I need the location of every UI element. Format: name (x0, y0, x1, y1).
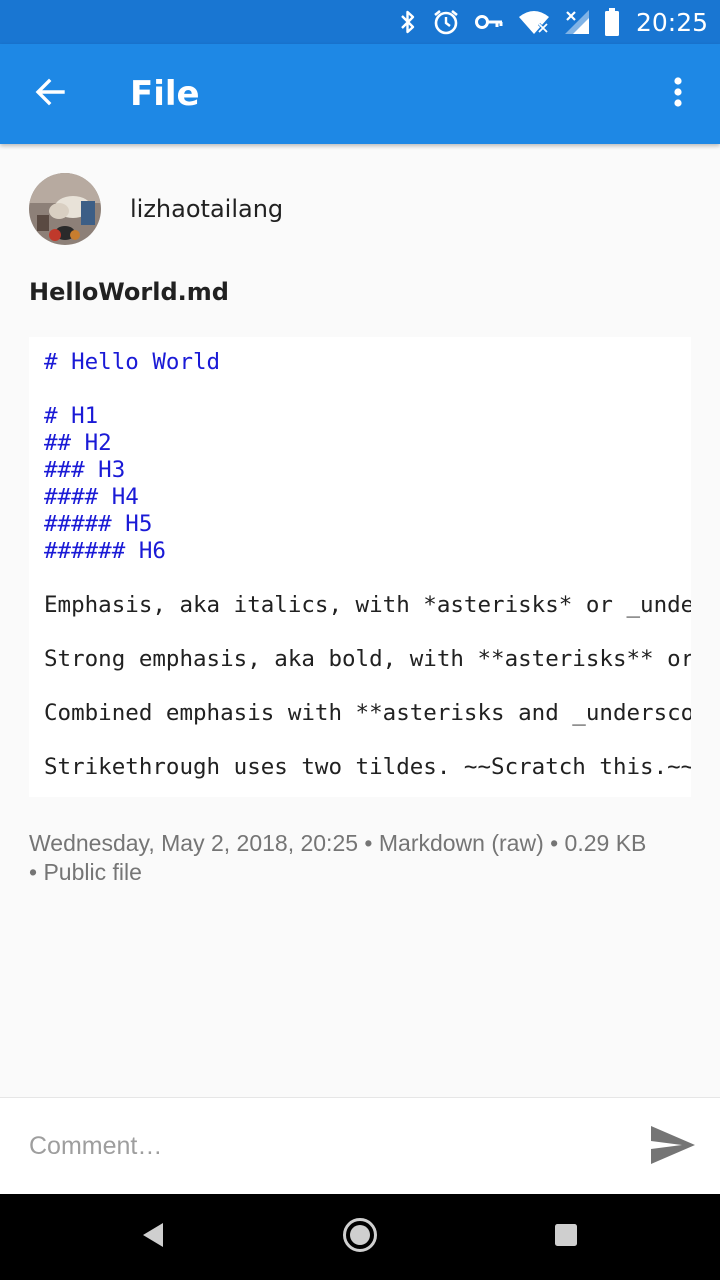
file-name: HelloWorld.md (29, 278, 229, 306)
nav-back-button[interactable] (128, 1212, 178, 1262)
bluetooth-icon (398, 9, 418, 35)
file-content-card: # Hello World # H1 ## H2 ### H3 #### H4 … (29, 337, 691, 797)
file-meta: Wednesday, May 2, 2018, 20:25 • Markdown… (29, 829, 699, 887)
back-button[interactable] (26, 70, 74, 118)
signal-icon (564, 9, 590, 35)
arrow-back-icon (34, 76, 66, 113)
code-line: ###### H6 (44, 538, 166, 564)
page-title: File (130, 74, 200, 114)
code-line: ##### H5 (44, 511, 153, 537)
send-icon (650, 1125, 696, 1170)
author-username[interactable]: lizhaotailang (130, 195, 283, 223)
alarm-icon (432, 8, 460, 36)
file-meta-line: Wednesday, May 2, 2018, 20:25 • Markdown… (29, 830, 647, 856)
code-line: Emphasis, aka italics, with *asterisks* … (44, 592, 691, 618)
code-line: # H1 (44, 403, 99, 429)
comment-bar (0, 1097, 720, 1194)
file-visibility: • Public file (29, 859, 142, 885)
code-line: Strong emphasis, aka bold, with **asteri… (44, 646, 691, 672)
code-line: #### H4 (44, 484, 139, 510)
status-bar: 20:25 (0, 0, 720, 44)
code-line: Strikethrough uses two tildes. ~~Scratch… (44, 754, 691, 780)
more-options-button[interactable] (658, 70, 698, 118)
code-line: ## H2 (44, 430, 112, 456)
nav-recents-icon (554, 1223, 578, 1252)
nav-back-icon (141, 1222, 165, 1253)
nav-recents-button[interactable] (541, 1212, 591, 1262)
app-bar: File (0, 44, 720, 144)
battery-icon (604, 8, 620, 36)
nav-home-button[interactable] (335, 1212, 385, 1262)
code-line: # Hello World (44, 349, 221, 375)
more-vertical-icon (673, 76, 683, 113)
code-line: Combined emphasis with **asterisks and _… (44, 700, 691, 726)
vpn-key-icon (474, 12, 504, 32)
send-button[interactable] (650, 1124, 696, 1170)
system-nav-bar (0, 1194, 720, 1280)
wifi-icon (518, 9, 550, 35)
author-row[interactable]: lizhaotailang (29, 173, 283, 245)
status-time: 20:25 (635, 7, 708, 37)
comment-input[interactable] (29, 1126, 609, 1166)
status-icons: 20:25 (398, 0, 708, 44)
nav-home-icon (342, 1217, 378, 1258)
avatar[interactable] (29, 173, 101, 245)
code-line: ### H3 (44, 457, 126, 483)
